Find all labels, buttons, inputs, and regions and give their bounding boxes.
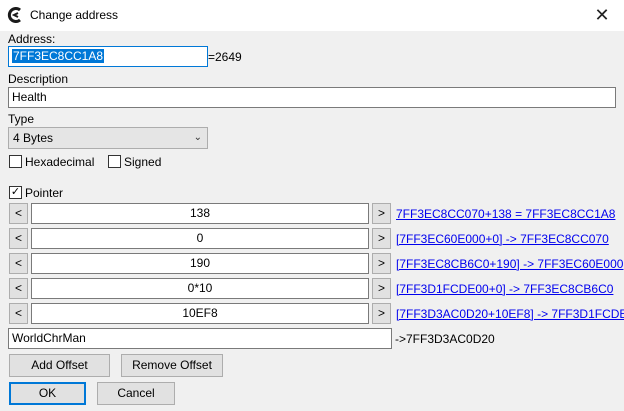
offset-decrease-button[interactable]: <	[9, 228, 28, 249]
offset-increase-button[interactable]: >	[372, 228, 391, 249]
description-label: Description	[8, 72, 69, 86]
cheat-engine-icon	[7, 7, 23, 23]
offset-result-link[interactable]: 7FF3EC8CC070+138 = 7FF3EC8CC1A8	[396, 207, 615, 221]
offset-decrease-button[interactable]: <	[9, 303, 28, 324]
offset-input[interactable]: 138	[31, 203, 369, 224]
offset-increase-button[interactable]: >	[372, 303, 391, 324]
hexadecimal-checkbox[interactable]	[9, 155, 22, 168]
offset-result-link[interactable]: [7FF3EC60E000+0] -> 7FF3EC8CC070	[396, 232, 609, 246]
offset-increase-button[interactable]: >	[372, 253, 391, 274]
description-value: Health	[12, 90, 47, 104]
title-bar: Change address ✕	[0, 0, 624, 31]
offset-decrease-button[interactable]: <	[9, 253, 28, 274]
chevron-down-icon: ⌄	[193, 132, 202, 143]
hexadecimal-label: Hexadecimal	[25, 155, 95, 169]
ok-button[interactable]: OK	[9, 382, 86, 405]
offset-input[interactable]: 190	[31, 253, 369, 274]
address-decimal-value: =2649	[208, 50, 242, 64]
signed-label: Signed	[124, 155, 162, 169]
description-input[interactable]: Health	[8, 87, 616, 108]
address-value: 7FF3EC8CC1A8	[12, 49, 105, 63]
address-input[interactable]: 7FF3EC8CC1A8	[8, 46, 208, 67]
add-offset-button[interactable]: Add Offset	[9, 354, 110, 377]
offset-result-link[interactable]: [7FF3D1FCDE00+0] -> 7FF3EC8CB6C0	[396, 282, 613, 296]
offset-decrease-button[interactable]: <	[9, 278, 28, 299]
offset-input[interactable]: 10EF8	[31, 303, 369, 324]
type-select[interactable]: 4 Bytes ⌄	[8, 127, 208, 149]
offset-increase-button[interactable]: >	[372, 278, 391, 299]
type-label: Type	[8, 112, 35, 126]
address-label: Address:	[8, 32, 56, 46]
close-icon: ✕	[594, 5, 610, 25]
base-address-result: ->7FF3D3AC0D20	[395, 332, 495, 346]
offset-increase-button[interactable]: >	[372, 203, 391, 224]
type-selected-value: 4 Bytes	[13, 131, 54, 145]
offset-result-link[interactable]: [7FF3EC8CB6C0+190] -> 7FF3EC60E000	[396, 257, 623, 271]
cancel-button[interactable]: Cancel	[97, 382, 175, 405]
base-address-value: WorldChrMan	[12, 331, 86, 345]
remove-offset-button[interactable]: Remove Offset	[121, 354, 223, 377]
pointer-label: Pointer	[25, 186, 64, 200]
window-title: Change address	[30, 8, 119, 22]
checkmark-icon: ✓	[10, 186, 21, 198]
offset-result-link[interactable]: [7FF3D3AC0D20+10EF8] -> 7FF3D1FCDE00	[396, 307, 624, 321]
offset-decrease-button[interactable]: <	[9, 203, 28, 224]
offset-input[interactable]: 0	[31, 228, 369, 249]
signed-checkbox[interactable]	[108, 155, 121, 168]
pointer-checkbox[interactable]: ✓	[9, 186, 22, 199]
offset-input[interactable]: 0*10	[31, 278, 369, 299]
close-button[interactable]: ✕	[580, 0, 624, 31]
base-address-input[interactable]: WorldChrMan	[8, 328, 392, 349]
